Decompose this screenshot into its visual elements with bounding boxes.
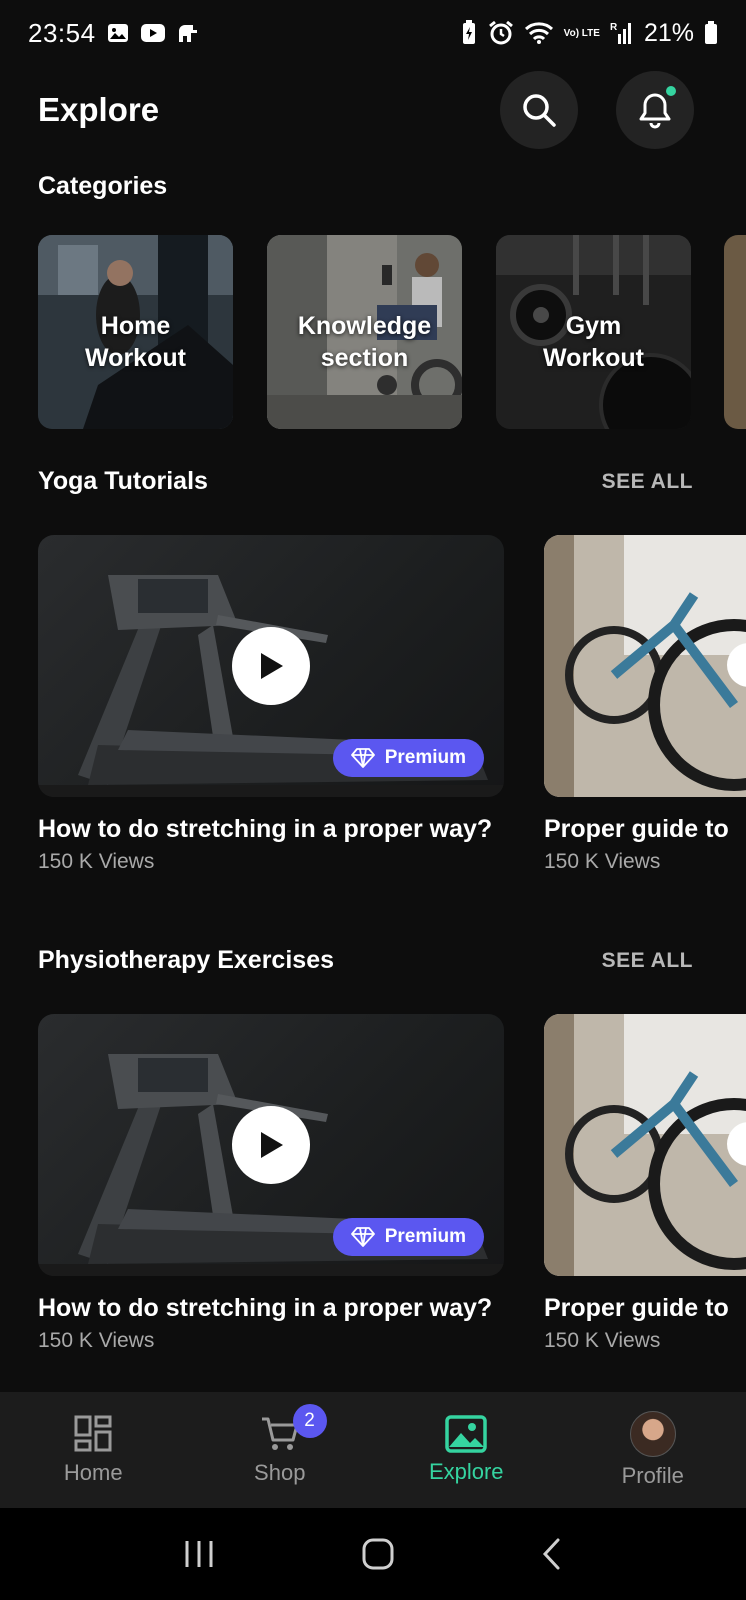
diamond-icon: [350, 748, 375, 768]
category-knowledge-section[interactable]: Knowledge section: [267, 235, 462, 429]
page-title: Explore: [38, 91, 160, 128]
physio-section-title: Physiotherapy Exercises: [38, 946, 334, 974]
category-label: Gym Workout: [543, 312, 644, 372]
battery-saver-icon: [460, 20, 478, 46]
video-card[interactable]: Proper guide to 150 K Views: [544, 1014, 746, 1353]
notification-button[interactable]: [616, 71, 694, 149]
video-title[interactable]: Proper guide to: [544, 813, 746, 846]
play-button[interactable]: [232, 1106, 310, 1184]
nav-label: Profile: [621, 1463, 684, 1488]
video-thumbnail[interactable]: [544, 535, 746, 797]
category-label: Home Workout: [85, 312, 186, 372]
category-gym-workout[interactable]: Gym Workout: [496, 235, 691, 429]
video-card[interactable]: Premium How to do stretching in a proper…: [38, 535, 504, 874]
battery-icon: [704, 21, 718, 45]
battery-percent: 21%: [643, 18, 694, 47]
nav-item-home[interactable]: Home: [0, 1392, 187, 1508]
video-views: 150 K Views: [38, 1329, 155, 1352]
video-title[interactable]: How to do stretching in a proper way?: [38, 1292, 504, 1325]
gallery-notification-icon: [106, 21, 130, 45]
category-home-workout[interactable]: Home Workout: [38, 235, 233, 429]
bell-icon: [639, 93, 671, 129]
page-header: Explore: [38, 70, 694, 150]
system-nav-bar: [0, 1508, 746, 1600]
play-button[interactable]: [232, 627, 310, 705]
premium-badge: Premium: [332, 739, 484, 777]
video-views: 150 K Views: [544, 1329, 661, 1352]
status-time: 23:54: [28, 17, 96, 48]
premium-label: Premium: [384, 1226, 466, 1247]
video-title[interactable]: Proper guide to: [544, 1292, 746, 1325]
status-bar: 23:54 Vo) LTE R 21%: [0, 0, 746, 66]
svg-text:R: R: [610, 22, 618, 33]
premium-label: Premium: [384, 747, 466, 768]
app-notification-icon: [176, 22, 200, 44]
wifi-icon: [524, 21, 554, 45]
image-icon: [445, 1415, 487, 1453]
volte-icon: Vo) LTE: [563, 27, 600, 39]
yoga-section-title: Yoga Tutorials: [38, 467, 208, 495]
yoga-see-all-link[interactable]: SEE ALL: [602, 470, 693, 494]
physio-video-carousel[interactable]: Premium How to do stretching in a proper…: [38, 1014, 746, 1394]
nav-item-profile[interactable]: Profile: [560, 1392, 746, 1508]
video-thumbnail[interactable]: Premium: [38, 535, 504, 797]
cart-count-badge: 2: [292, 1404, 327, 1438]
bikes-image: [544, 1014, 746, 1276]
youtube-notification-icon: [140, 22, 166, 44]
home-icon[interactable]: [361, 1537, 395, 1571]
nav-label: Shop: [254, 1460, 306, 1485]
video-card[interactable]: Proper guide to 150 K Views: [544, 535, 746, 874]
yoga-video-carousel[interactable]: Premium How to do stretching in a proper…: [38, 535, 746, 915]
grid-icon: [74, 1415, 112, 1452]
video-views: 150 K Views: [544, 850, 661, 873]
bikes-image: [544, 535, 746, 797]
premium-badge: Premium: [332, 1218, 484, 1256]
physio-see-all-link[interactable]: SEE ALL: [602, 949, 693, 973]
nav-item-shop[interactable]: 2 Shop: [187, 1392, 374, 1508]
nav-label: Home: [63, 1460, 123, 1485]
recent-apps-icon[interactable]: [182, 1539, 216, 1569]
video-thumbnail[interactable]: Premium: [38, 1014, 504, 1276]
bottom-nav: Home 2 Shop Explore Profile: [0, 1392, 746, 1508]
back-icon[interactable]: [540, 1537, 564, 1571]
categories-title: Categories: [38, 172, 168, 200]
signal-icon: R: [610, 20, 634, 46]
search-button[interactable]: [500, 71, 578, 149]
diamond-icon: [350, 1227, 375, 1247]
video-views: 150 K Views: [38, 850, 155, 873]
category-next-partial[interactable]: [724, 235, 746, 429]
alarm-icon: [488, 20, 514, 46]
avatar: [629, 1411, 676, 1457]
play-icon: [261, 653, 283, 679]
video-thumbnail[interactable]: [544, 1014, 746, 1276]
search-icon: [523, 94, 556, 127]
play-icon: [261, 1132, 283, 1158]
category-label: Knowledge section: [297, 312, 432, 372]
nav-item-explore[interactable]: Explore: [373, 1392, 560, 1508]
notification-dot: [666, 86, 676, 96]
video-card[interactable]: Premium How to do stretching in a proper…: [38, 1014, 504, 1353]
nav-label: Explore: [428, 1459, 504, 1484]
video-title[interactable]: How to do stretching in a proper way?: [38, 813, 504, 846]
categories-carousel[interactable]: Home Workout Knowledge section Gym Worko…: [38, 235, 746, 429]
